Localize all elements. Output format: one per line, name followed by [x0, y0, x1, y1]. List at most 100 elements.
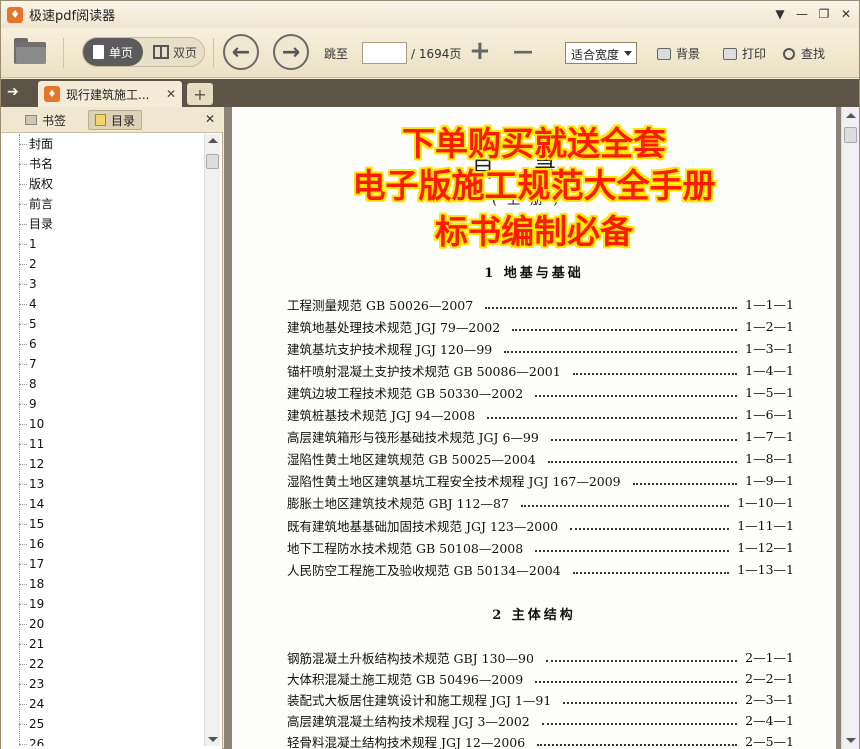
toc-item[interactable]: 14 — [1, 494, 205, 514]
toc-entry[interactable]: 人民防空工程施工及验收规范 GB 50134—2004 1—13—1 — [287, 559, 794, 579]
new-tab-button[interactable]: + — [187, 83, 213, 105]
toc-item[interactable]: 前言 — [1, 194, 205, 214]
toc-entry[interactable]: 既有建筑地基基础加固技术规范 JGJ 123—2000 1—11—1 — [287, 515, 794, 535]
toc-entry[interactable]: 建筑地基处理技术规范 JGJ 79—2002 1—2—1 — [287, 316, 794, 336]
toc-item[interactable]: 18 — [1, 574, 205, 594]
toc-item[interactable]: 23 — [1, 674, 205, 694]
toolbar: 单页 双页 ← → 跳至 / 1694页 + — 适合宽度 背景 打印 查找 — [1, 28, 859, 78]
document-tab[interactable]: ♦ 现行建筑施工... ✕ — [38, 81, 182, 107]
toc-item[interactable]: 4 — [1, 294, 205, 314]
open-folder-icon[interactable] — [14, 38, 46, 64]
entry-title: 锚杆喷射混凝土支护技术规范 GB 50086—2001 — [287, 363, 561, 379]
toc-item[interactable]: 20 — [1, 614, 205, 634]
restore-button[interactable]: ❐ — [815, 5, 833, 23]
scroll-up-icon[interactable] — [208, 138, 218, 143]
toc-entry[interactable]: 湿陷性黄土地区建筑规范 GB 50025—2004 1—8—1 — [287, 449, 794, 469]
scroll-down-icon[interactable] — [208, 737, 218, 742]
dot-leader — [541, 716, 738, 726]
fit-mode-select[interactable]: 适合宽度 — [565, 42, 637, 64]
toc-item[interactable]: 7 — [1, 354, 205, 374]
menu-dropdown-icon[interactable]: ▼ — [771, 5, 789, 23]
toc-entry[interactable]: 锚杆喷射混凝土支护技术规范 GB 50086—2001 1—4—1 — [287, 360, 794, 380]
toc-entry[interactable]: 装配式大板居住建筑设计和施工规程 JGJ 1—91 2—3—1 — [287, 689, 794, 709]
toggle-sidebar-icon[interactable]: ➔ — [7, 84, 19, 100]
toc-item[interactable]: 8 — [1, 374, 205, 394]
double-page-button[interactable]: 双页 — [147, 38, 205, 66]
document-viewer: 目录 (上册) 下单购买就送全套 电子版施工规范大全手册 标书编制必备 1 地基… — [224, 107, 859, 749]
toc-item[interactable]: 21 — [1, 634, 205, 654]
toc-item[interactable]: 16 — [1, 534, 205, 554]
scroll-down-icon[interactable] — [846, 738, 856, 743]
section-title: 2 主体结构 — [492, 608, 576, 623]
pdf-file-icon: ♦ — [44, 86, 60, 102]
sidebar-close-icon[interactable]: ✕ — [205, 112, 215, 126]
entry-page: 1—7—1 — [745, 429, 794, 445]
page-total: / 1694页 — [411, 47, 462, 61]
toc-entry[interactable]: 高层建筑混凝土结构技术规程 JGJ 3—2002 2—4—1 — [287, 711, 794, 731]
toc-item[interactable]: 2 — [1, 254, 205, 274]
document-scrollbar[interactable] — [841, 107, 859, 749]
toc-item[interactable]: 1 — [1, 234, 205, 254]
zoom-out-button[interactable]: — — [513, 38, 533, 64]
toc-item[interactable]: 10 — [1, 414, 205, 434]
toc-entry[interactable]: 大体积混凝土施工规范 GB 50496—2009 2—2—1 — [287, 668, 794, 688]
tab-contents[interactable]: 目录 — [88, 110, 143, 130]
scroll-thumb[interactable] — [844, 127, 857, 143]
entry-page: 2—4—1 — [745, 713, 794, 729]
toc-item[interactable]: 11 — [1, 434, 205, 454]
toc-entry[interactable]: 湿陷性黄土地区建筑基坑工程安全技术规程 JGJ 167—2009 1—9—1 — [287, 471, 794, 491]
toc-entry[interactable]: 轻骨料混凝土结构技术规程 JGJ 12—2006 2—5—1 — [287, 732, 794, 749]
toc-entry[interactable]: 高层建筑箱形与筏形基础技术规范 JGJ 6—99 1—7—1 — [287, 427, 794, 447]
search-icon — [783, 47, 795, 60]
single-page-button[interactable]: 单页 — [83, 38, 143, 66]
toc-item[interactable]: 15 — [1, 514, 205, 534]
toc-item[interactable]: 5 — [1, 314, 205, 334]
entry-page: 1—1—1 — [745, 296, 794, 312]
toc-entry[interactable]: 建筑桩基技术规范 JGJ 94—2008 1—6—1 — [287, 405, 794, 425]
entry-title: 人民防空工程施工及验收规范 GB 50134—2004 — [287, 562, 561, 578]
toc-item[interactable]: 6 — [1, 334, 205, 354]
toc-item[interactable]: 17 — [1, 554, 205, 574]
toc-entry[interactable]: 膨胀土地区建筑技术规范 GBJ 112—87 1—10—1 — [287, 493, 794, 513]
next-page-button[interactable]: → — [273, 34, 309, 70]
toc-entry[interactable]: 建筑边坡工程技术规范 GB 50330—2002 1—5—1 — [287, 382, 794, 402]
entry-page: 2—3—1 — [745, 691, 794, 707]
toc-item[interactable]: 3 — [1, 274, 205, 294]
page-number-input[interactable] — [362, 42, 407, 64]
toc-item[interactable]: 封面 — [1, 134, 205, 154]
entry-title: 湿陷性黄土地区建筑基坑工程安全技术规程 JGJ 167—2009 — [287, 474, 621, 490]
sidebar-scrollbar[interactable] — [204, 134, 220, 746]
minimize-button[interactable]: — — [793, 5, 811, 23]
entry-page: 1—10—1 — [737, 495, 794, 511]
sidebar: 书签 目录 ✕ 封面 书名 版权 前言 目录 1 2 3 4 5 6 7 8 9 10 11 12 13 14 15 1… — [1, 107, 223, 749]
dot-leader — [487, 410, 738, 419]
toc-item[interactable]: 19 — [1, 594, 205, 614]
toc-entry[interactable]: 钢筋混凝土升板结构技术规范 GBJ 130—90 2—1—1 — [287, 647, 794, 667]
toc-item[interactable]: 24 — [1, 694, 205, 714]
tab-close-icon[interactable]: ✕ — [166, 87, 176, 101]
toc-item[interactable]: 26 — [1, 734, 205, 746]
toc-item[interactable]: 25 — [1, 714, 205, 734]
toc-entry[interactable]: 地下工程防水技术规范 GB 50108—2008 1—12—1 — [287, 537, 794, 557]
search-button[interactable]: 查找 — [783, 45, 825, 62]
toc-item[interactable]: 13 — [1, 474, 205, 494]
entry-title: 湿陷性黄土地区建筑规范 GB 50025—2004 — [287, 452, 536, 468]
zoom-in-button[interactable]: + — [469, 38, 491, 64]
close-button[interactable]: ✕ — [837, 5, 855, 23]
entry-page: 1—4—1 — [745, 362, 794, 378]
toc-entry[interactable]: 建筑基坑支护技术规程 JGJ 120—99 1—3—1 — [287, 338, 794, 358]
background-button[interactable]: 背景 — [657, 45, 700, 62]
toc-item[interactable]: 书名 — [1, 154, 205, 174]
toc-item[interactable]: 22 — [1, 654, 205, 674]
scroll-thumb[interactable] — [206, 154, 219, 169]
toc-item[interactable]: 9 — [1, 394, 205, 414]
toc-item[interactable]: 目录 — [1, 214, 205, 234]
toc-item[interactable]: 版权 — [1, 174, 205, 194]
toc-entry[interactable]: 工程测量规范 GB 50026—2007 1—1—1 — [287, 294, 794, 314]
previous-page-button[interactable]: ← — [223, 34, 259, 70]
scroll-up-icon[interactable] — [846, 113, 856, 118]
entry-page: 1—2—1 — [745, 318, 794, 334]
tab-bookmarks[interactable]: 书签 — [19, 110, 72, 130]
print-button[interactable]: 打印 — [723, 45, 766, 62]
toc-item[interactable]: 12 — [1, 454, 205, 474]
